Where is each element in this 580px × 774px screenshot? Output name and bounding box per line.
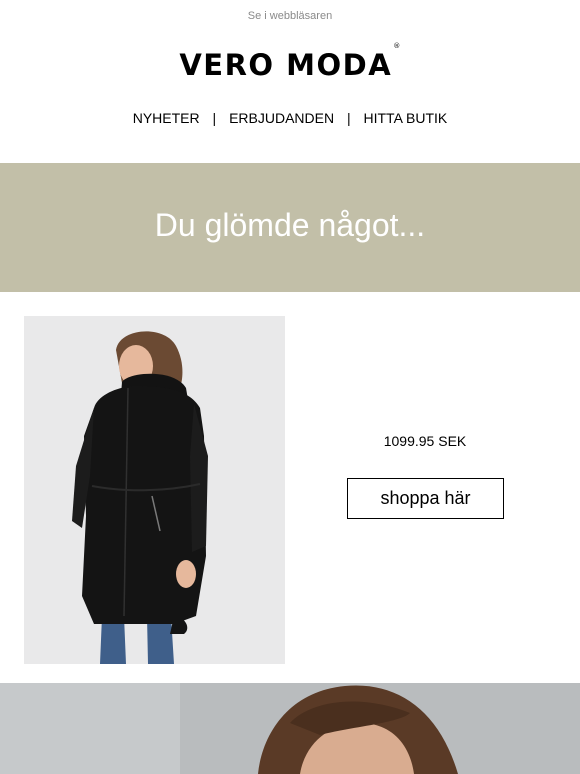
shop-here-button[interactable]: shoppa här (347, 478, 504, 519)
banner-title: Du glömde något... (154, 207, 426, 243)
nav-separator: | (346, 110, 351, 126)
view-in-browser-link[interactable]: Se i webbläsaren (0, 10, 580, 22)
main-nav: NYHETER | ERBJUDANDEN | HITTA BUTIK (0, 110, 580, 126)
registered-mark: ® (393, 42, 402, 51)
product-image[interactable] (24, 316, 285, 664)
product-price: 1099.95 SEK (383, 433, 467, 449)
nav-item-erbjudanden[interactable]: ERBJUDANDEN (229, 110, 334, 126)
brand-logo-text: VERO MODA (179, 48, 393, 82)
black-parka-coat-icon (24, 316, 285, 664)
nav-item-hitta-butik[interactable]: HITTA BUTIK (364, 110, 448, 126)
nav-item-nyheter[interactable]: NYHETER (133, 110, 200, 126)
woman-portrait-icon (0, 683, 580, 774)
brand-logo[interactable]: VERO MODA® (0, 42, 580, 82)
reminder-banner: Du glömde något... (0, 163, 580, 292)
hero-image[interactable] (0, 683, 580, 774)
nav-separator: | (212, 110, 217, 126)
